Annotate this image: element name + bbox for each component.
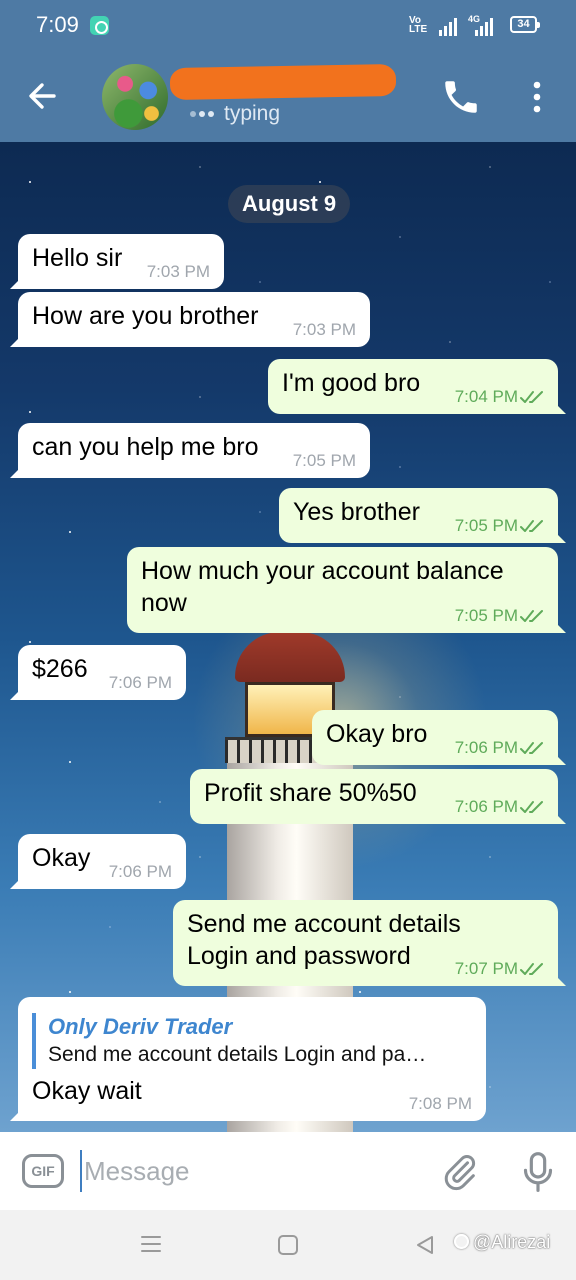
volte-indicator: Vo LTE: [409, 15, 428, 35]
signal-strength-icon: [439, 16, 457, 36]
message-text: How are you brother: [32, 302, 259, 330]
message-incoming[interactable]: $266 7:06 PM: [18, 645, 186, 700]
message-outgoing[interactable]: Profit share 50%50 7:06 PM: [190, 769, 558, 824]
message-text: Okay wait: [32, 1077, 142, 1105]
message-input[interactable]: [80, 1150, 420, 1192]
watermark: @Alirezai: [454, 1232, 550, 1253]
watermark-text: @Alirezai: [473, 1232, 551, 1252]
message-text-line: How much your account balance: [141, 557, 504, 585]
double-check-icon: [520, 610, 543, 622]
message-time: 7:06 PM: [108, 673, 172, 692]
menu-lines-icon: [141, 1236, 161, 1252]
double-check-icon: [520, 801, 543, 813]
message-text: can you help me bro: [32, 433, 259, 461]
battery-level: 34: [517, 18, 530, 30]
message-time: 7:06 PM: [108, 862, 172, 881]
message-text: Profit share 50%50: [204, 779, 417, 807]
date-separator: August 9: [228, 185, 351, 223]
message-outgoing[interactable]: I'm good bro 7:04 PM: [268, 359, 558, 414]
message-text: Okay: [32, 844, 91, 872]
paperclip-icon: [444, 1155, 476, 1191]
double-check-icon: [520, 742, 543, 754]
message-outgoing[interactable]: Okay bro 7:06 PM: [312, 710, 558, 765]
double-check-icon: [520, 963, 543, 975]
message-time: 7:03 PM: [146, 262, 210, 281]
reply-quote[interactable]: Only Deriv Trader Send me account detail…: [32, 1013, 472, 1069]
signal-strength-icon-2: [475, 16, 493, 36]
message-incoming[interactable]: Okay 7:06 PM: [18, 834, 186, 889]
phone-icon: [445, 81, 477, 113]
attach-button[interactable]: [440, 1152, 480, 1192]
chat-message-list[interactable]: August 9 Hello sir 7:03 PM How are you b…: [0, 142, 576, 1132]
call-button[interactable]: [440, 76, 482, 118]
typing-status: typing: [224, 102, 281, 125]
message-incoming[interactable]: can you help me bro 7:05 PM: [18, 423, 370, 478]
message-incoming[interactable]: Hello sir 7:03 PM: [18, 234, 224, 289]
message-time: 7:05 PM: [454, 606, 518, 625]
double-check-icon: [520, 391, 543, 403]
status-time: 7:09: [36, 12, 79, 37]
arrow-left-icon: [29, 83, 56, 109]
message-incoming[interactable]: How are you brother 7:03 PM: [18, 292, 370, 347]
more-options-button[interactable]: [522, 76, 552, 118]
message-outgoing[interactable]: How much your account balance now 7:05 P…: [127, 547, 558, 633]
reply-author: Only Deriv Trader: [48, 1014, 233, 1039]
message-time: 7:05 PM: [454, 516, 518, 535]
message-text: Yes brother: [293, 498, 420, 526]
message-incoming-reply[interactable]: Only Deriv Trader Send me account detail…: [18, 997, 486, 1121]
notification-app-icon: [90, 16, 109, 35]
microphone-icon: [523, 1152, 553, 1192]
voice-record-button[interactable]: [518, 1150, 558, 1194]
system-navigation-bar: @Alirezai: [0, 1210, 576, 1280]
message-outgoing[interactable]: Yes brother 7:05 PM: [279, 488, 558, 543]
contact-name-redacted[interactable]: [169, 64, 397, 100]
recent-apps-button[interactable]: [140, 1234, 162, 1254]
chat-header: typing: [0, 50, 576, 142]
back-button[interactable]: [24, 78, 64, 114]
message-time: 7:03 PM: [292, 320, 356, 339]
status-bar: 7:09 Vo LTE 4G 34: [0, 0, 576, 50]
reply-preview-text: Send me account details Login and pa…: [48, 1043, 427, 1066]
message-text: Hello sir: [32, 244, 123, 272]
typing-dots-icon: [190, 111, 214, 117]
message-time: 7:04 PM: [454, 387, 518, 406]
message-outgoing[interactable]: Send me account details Login and passwo…: [173, 900, 558, 986]
gif-button[interactable]: GIF: [22, 1154, 64, 1188]
message-text: I'm good bro: [282, 369, 421, 397]
system-back-button[interactable]: [414, 1234, 436, 1256]
contact-avatar[interactable]: [102, 64, 168, 130]
double-check-icon: [520, 520, 543, 532]
battery-icon: 34: [510, 16, 540, 33]
triangle-back-icon: [417, 1236, 433, 1254]
message-time: 7:05 PM: [292, 451, 356, 470]
watermark-logo-icon: [454, 1234, 469, 1249]
message-time: 7:07 PM: [454, 959, 518, 978]
home-button[interactable]: [278, 1235, 298, 1255]
message-text: $266: [32, 655, 88, 683]
message-time: 7:06 PM: [454, 797, 518, 816]
message-composer: GIF: [0, 1132, 576, 1210]
message-time: 7:06 PM: [454, 738, 518, 757]
message-time: 7:08 PM: [408, 1094, 472, 1113]
message-text: Okay bro: [326, 720, 428, 748]
message-text-line: Send me account details: [187, 910, 461, 938]
more-vertical-icon: [533, 81, 541, 113]
